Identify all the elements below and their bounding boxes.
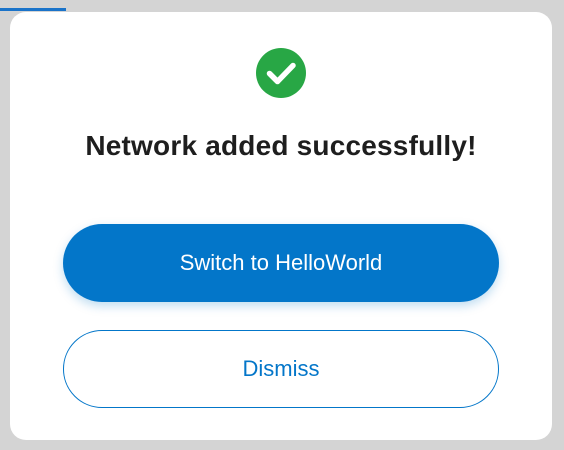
network-added-dialog: Network added successfully! Switch to He… — [10, 12, 552, 440]
switch-network-button[interactable]: Switch to HelloWorld — [63, 224, 499, 302]
check-circle-icon — [256, 48, 306, 98]
dismiss-button[interactable]: Dismiss — [63, 330, 499, 408]
backdrop-tab-indicator — [0, 8, 66, 11]
switch-network-button-label: Switch to HelloWorld — [179, 250, 383, 275]
dismiss-button-label: Dismiss — [242, 356, 320, 381]
dialog-title: Network added successfully! — [85, 130, 477, 161]
